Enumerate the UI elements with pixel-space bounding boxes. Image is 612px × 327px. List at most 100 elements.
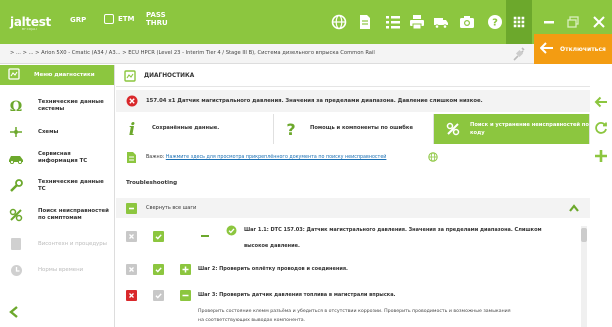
diagnostics-icon [124,70,136,84]
breadcrumb[interactable]: > ... > ... > Arion 5X0 - Cmatic (A34 / … [10,50,375,56]
grp-button[interactable]: GRP [70,16,86,24]
chevron-left-icon[interactable] [8,305,22,319]
info-icon: i [128,120,136,140]
svg-text:?: ? [492,18,498,29]
skip-checkbox[interactable] [126,231,137,242]
jaltest-logo: jaltest [0,0,51,44]
page-title: ДИАГНОСТИКА [144,72,195,79]
tab-label: Сохранённые данные. [152,125,220,131]
tab-saved-data[interactable]: i Сохранённые данные. [116,114,274,144]
step-row: Шаг 1.1: DTC 157.03: Датчик магистрально… [116,222,580,254]
scrollbar[interactable] [581,226,587,327]
truck-icon[interactable] [432,13,450,31]
tab-troubleshooting[interactable]: Поиск и устранение неисправностей по код… [434,114,590,144]
sidebar-item-schemes[interactable]: Схемы [0,123,115,141]
disconnect-label: Отключиться [560,45,606,53]
step-description-continuation: на соответствующих выводах компонента. [198,318,306,323]
diagnostic-menu-icon [8,68,20,82]
help-icon[interactable]: ? [486,13,504,31]
camera-icon[interactable] [458,13,476,31]
sidebar-item-vehicle-data[interactable]: Технические данные ТС [0,175,115,197]
skip-checkbox[interactable] [126,264,137,275]
tab-label: Поиск и устранение неисправностей по код… [470,122,589,136]
grid-icon [513,16,525,28]
step-title: Шаг 3: Проверить датчик давления топлива… [198,292,396,298]
step-title: Шаг 1.1: DTC 157.03: Датчик магистрально… [244,227,542,233]
sidebar-item-symptoms[interactable]: Поиск неисправностей по симптомам [0,201,115,229]
etm-icon [104,14,114,24]
sidebar-item-procedures: Висонтехн и процедуры [0,233,115,255]
ok-checkbox[interactable] [153,264,164,275]
plus-icon[interactable] [594,149,608,163]
procedures-icon [8,236,24,252]
minimize-icon[interactable] [540,13,558,31]
arrow-left-icon[interactable] [594,95,608,109]
etm-label: ETM [118,15,135,23]
collapse-all-row[interactable]: Свернуть все шаги [116,198,590,218]
symptom-icon [8,207,24,223]
print-icon[interactable] [408,13,426,31]
document-note: Важно: Нажмите здесь для просмотра прикр… [146,155,386,160]
sidebar-item-label: Сервисная информация ТС [38,151,88,164]
sidebar-item-system-data[interactable]: Ω Технические данные системы [0,95,115,117]
svg-text:Ω: Ω [10,99,22,113]
clock-icon [8,262,24,278]
sidebar-item-time-norms: Нормы времени [0,261,115,279]
collapse-step-icon[interactable] [180,290,191,301]
breadcrumb-bar: > ... > ... > Arion 5X0 - Cmatic (A34 / … [0,44,612,64]
sidebar-item-label: Поиск неисправностей по симптомам [38,208,109,221]
dtc-description: 157.04 x1 Датчик магистрального давления… [146,98,483,104]
disconnect-button[interactable]: Отключиться [534,34,612,64]
document-link[interactable]: Нажмите здесь для просмотра прикреплённо… [166,155,387,160]
svg-text:?: ? [286,120,295,138]
document-icon[interactable] [356,13,374,31]
schematic-icon [8,124,24,140]
step-row: Шаг 3: Проверить датчик давления топлива… [116,288,580,327]
tools-icon [446,122,460,138]
step-title: Шаг 2: Проверить оплётку проводов и соед… [198,266,348,272]
wrench-icon [8,178,24,194]
expand-step-icon[interactable] [180,264,191,275]
logo-subtitle: BY COJALI [22,27,37,31]
collapse-all-icon[interactable] [126,203,137,214]
step-description: Проверить состояние клемм разъёма и убед… [198,309,511,314]
fail-checkbox[interactable] [126,290,137,301]
pass-thru-button[interactable]: PASS THRU [146,11,168,27]
step-title-continuation: высокое давление. [244,243,300,249]
scrollbar-thumb[interactable] [581,228,587,242]
connection-plug-icon [512,46,526,64]
chevron-up-icon[interactable] [568,203,580,215]
vehicle-icon [8,150,24,166]
globe-icon[interactable] [330,13,348,31]
ok-checkbox[interactable] [153,231,164,242]
thru-label: THRU [146,19,168,27]
step-row: Шаг 2: Проверить оплётку проводов и соед… [116,262,580,278]
sidebar-header[interactable]: Меню диагностики [0,65,114,85]
omega-icon: Ω [8,98,24,114]
sidebar-item-label: Висонтехн и процедуры [38,240,107,247]
ok-checkbox[interactable] [153,290,164,301]
right-toolbar [590,65,612,327]
doc-prefix: Важно: [146,154,165,160]
close-icon[interactable] [590,13,608,31]
attached-document-row: Важно: Нажмите здесь для просмотра прикр… [116,148,590,166]
troubleshooting-title: Troubleshooting [126,180,178,186]
sidebar-item-label: Нормы времени [38,266,84,273]
sidebar-item-label: Схемы [38,128,59,135]
grid-button[interactable] [506,0,532,44]
list-icon[interactable] [384,13,402,31]
collapse-step-icon[interactable] [200,233,210,241]
top-bar: jaltest BY COJALI GRP ETM PASS THRU ? [0,0,612,44]
main-header: ДИАГНОСТИКА [116,65,590,87]
sidebar-item-service-info[interactable]: Сервисная информация ТС [0,147,115,169]
collapse-all-label: Свернуть все шаги [146,205,197,211]
globe-icon[interactable] [428,152,438,164]
arrow-left-icon [539,42,554,56]
restore-icon[interactable] [564,13,582,31]
tab-label: Помощь и компоненты по ошибке [310,125,413,131]
check-circle-icon [226,225,237,238]
tab-help-components[interactable]: ? Помощь и компоненты по ошибке [274,114,434,144]
svg-text:i: i [129,120,135,138]
etm-button[interactable]: ETM [104,14,135,24]
refresh-icon[interactable] [594,121,608,135]
